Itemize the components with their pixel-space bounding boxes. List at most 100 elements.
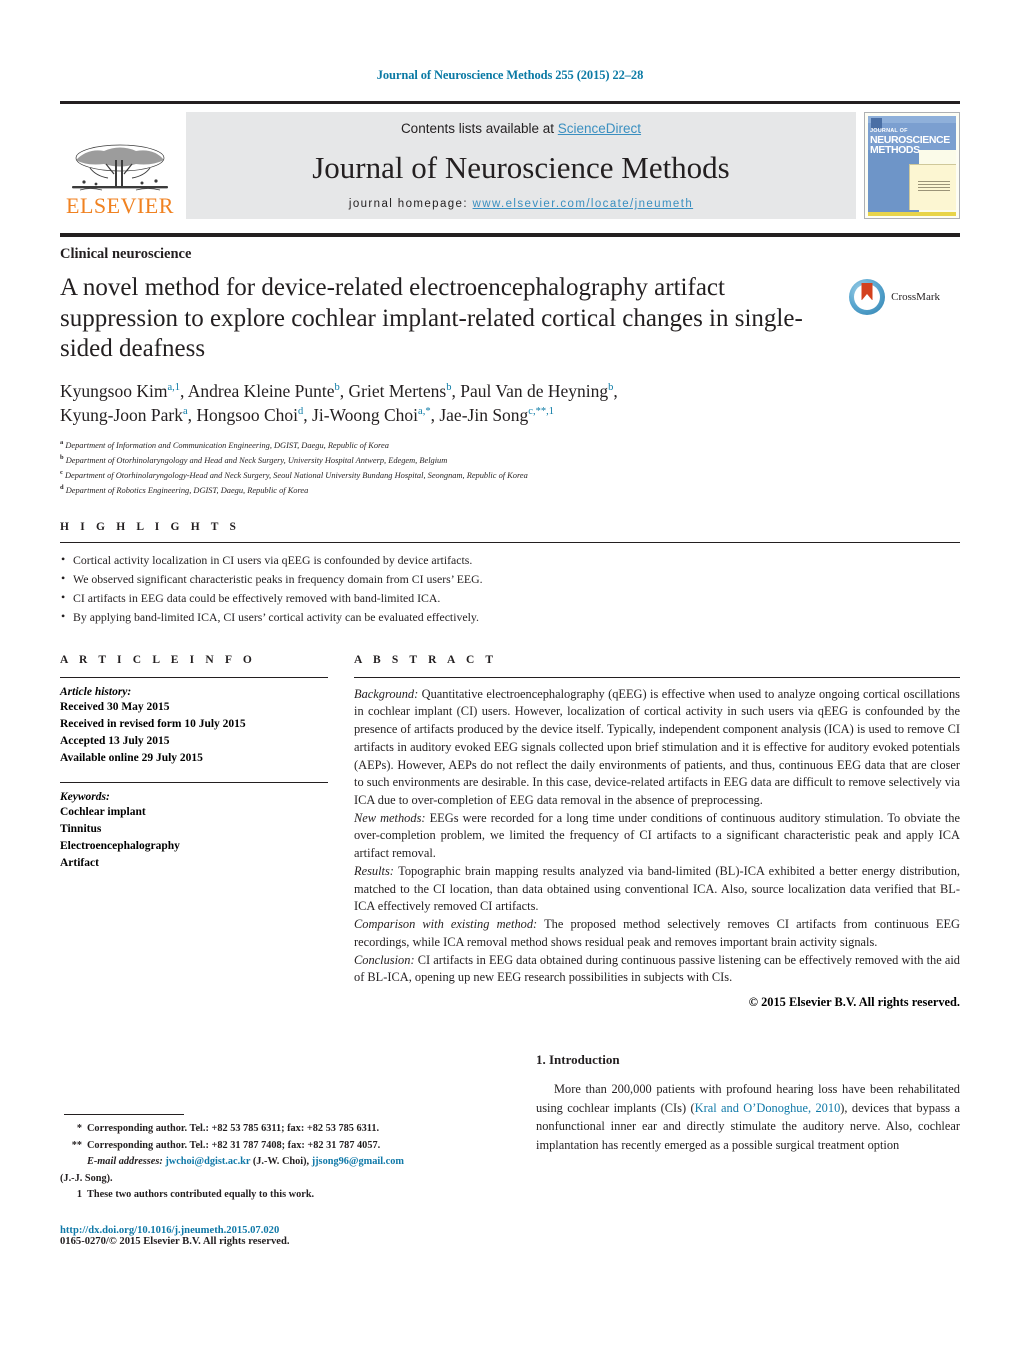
elsevier-logo: ELSEVIER — [60, 112, 180, 219]
affiliation-mark-a: a — [60, 439, 64, 447]
footnote-corresponding-1: * Corresponding author. Tel.: +82 53 785 … — [60, 1121, 510, 1136]
keywords-divider — [60, 781, 328, 783]
abstract-column: A B S T R A C T Background: Quantitative… — [354, 654, 960, 1023]
doi-block: http://dx.doi.org/10.1016/j.jneumeth.201… — [60, 1225, 510, 1247]
article-page: Journal of Neuroscience Methods 255 (201… — [0, 0, 1020, 1351]
highlight-item: We observed significant characteristic p… — [60, 569, 960, 589]
affiliation-mark-d: d — [60, 484, 64, 492]
email-link-2[interactable]: jjsong96@gmail.com — [312, 1156, 404, 1167]
abstract-label-results: Results: — [354, 863, 394, 878]
footnotes-block: * Corresponding author. Tel.: +82 53 785 … — [60, 1121, 510, 1202]
highlights-section: H I G H L I G H T S Cortical activity lo… — [60, 521, 960, 627]
abstract-text-results: Topographic brain mapping results analyz… — [354, 863, 960, 914]
page-title: A novel method for device-related electr… — [60, 274, 803, 362]
footnote-mark-equal: 1 — [76, 1189, 82, 1201]
article-info-column: A R T I C L E I N F O Article history: R… — [60, 654, 328, 1023]
footnote-email-attrib-2: (J.-J. Song). — [60, 1172, 113, 1184]
footnote-text-2: Corresponding author. Tel.: +82 31 787 7… — [87, 1139, 381, 1151]
contents-prefix: Contents lists available at — [400, 121, 558, 136]
journal-masthead: ELSEVIER Contents lists available at Sci… — [60, 101, 960, 219]
article-history-item: Accepted 13 July 2015 — [60, 735, 170, 748]
crossmark-icon-notch — [862, 294, 873, 300]
cover-bottom-band — [868, 212, 956, 216]
abstract-paragraph-background: Background: Quantitative electroencephal… — [354, 686, 960, 810]
footnote-mark-1: * — [76, 1123, 82, 1135]
keyword-item: Cochlear implant — [60, 805, 146, 818]
affiliations-list: a Department of Information and Communic… — [60, 438, 960, 497]
article-history-item: Received in revised form 10 July 2015 — [60, 717, 246, 730]
masthead-center-panel: Contents lists available at ScienceDirec… — [186, 112, 856, 219]
highlights-list: Cortical activity localization in CI use… — [60, 550, 960, 627]
journal-homepage-link[interactable]: www.elsevier.com/locate/jneumeth — [473, 198, 694, 210]
introduction-column: 1. Introduction More than 200,000 patien… — [536, 1052, 960, 1246]
journal-title: Journal of Neuroscience Methods — [312, 149, 730, 185]
affiliation-mark-c: c — [60, 469, 63, 477]
abstract-label-background: Background: — [354, 686, 419, 701]
title-block: A novel method for device-related electr… — [60, 273, 960, 365]
email-addresses-label: E-mail addresses: — [87, 1156, 163, 1168]
cover-inset-panel — [909, 163, 956, 210]
cover-inset-lines — [918, 180, 950, 193]
email-attrib-1: (J.-W. Choi), — [252, 1156, 310, 1168]
affiliation-b: b Department of Otorhinolaryngology and … — [60, 453, 960, 467]
abstract-paragraph-results: Results: Topographic brain mapping resul… — [354, 863, 960, 916]
abstract-label-comparison: Comparison with existing method: — [354, 917, 538, 932]
affiliation-text-c: Department of Otorhinolaryngology-Head a… — [64, 470, 528, 480]
doi-link[interactable]: http://dx.doi.org/10.1016/j.jneumeth.201… — [60, 1225, 510, 1236]
article-history-item: Available online 29 July 2015 — [60, 752, 203, 765]
citation-link-kral[interactable]: Kral and O’Donoghue, 2010 — [695, 1101, 841, 1115]
sciencedirect-link[interactable]: ScienceDirect — [558, 121, 641, 136]
affiliation-text-b: Department of Otorhinolaryngology and He… — [65, 455, 448, 465]
footnote-mark-2: ** — [71, 1139, 82, 1151]
article-info-heading: A R T I C L E I N F O — [60, 653, 256, 666]
keywords-title: Keywords: — [60, 790, 110, 803]
abstract-text-newmethods: EEGs were recorded for a long time under… — [354, 810, 960, 861]
crossmark-badge[interactable]: CrossMark — [820, 273, 940, 315]
footnote-text-equal: These two authors contributed equally to… — [87, 1189, 315, 1201]
abstract-paragraph-conclusion: Conclusion: CI artifacts in EEG data obt… — [354, 952, 960, 987]
footnote-divider — [64, 1114, 184, 1116]
introduction-paragraph: More than 200,000 patients with profound… — [536, 1080, 960, 1153]
footnote-text-1: Corresponding author. Tel.: +82 53 785 6… — [87, 1123, 380, 1135]
keyword-item: Artifact — [60, 857, 99, 870]
footnote-emails: E-mail addresses: jwchoi@dgist.ac.kr (J.… — [60, 1154, 510, 1169]
article-section-label: Clinical neuroscience — [60, 246, 192, 262]
author-list: Kyungsoo Kima,1, Andrea Kleine Punteb, G… — [60, 379, 960, 429]
affiliation-mark-b: b — [60, 454, 64, 462]
article-history-item: Received 30 May 2015 — [60, 700, 170, 713]
bottom-row: * Corresponding author. Tel.: +82 53 785 … — [60, 1052, 960, 1246]
elsevier-tree-icon — [72, 144, 168, 191]
author-line-1: Kyungsoo Kima,1, Andrea Kleine Punteb, G… — [60, 380, 618, 401]
introduction-heading: 1. Introduction — [536, 1052, 620, 1068]
abstract-text-conclusion: CI artifacts in EEG data obtained during… — [354, 952, 960, 985]
affiliation-text-d: Department of Robotics Engineering, DGIS… — [65, 485, 309, 495]
footnote-equal-contribution: 1 These two authors contributed equally t… — [60, 1187, 510, 1202]
journal-cover-thumbnail: JOURNAL OF NEUROSCIENCE METHODS — [864, 112, 960, 219]
footnotes-column: * Corresponding author. Tel.: +82 53 785 … — [60, 1052, 510, 1247]
affiliation-d: d Department of Robotics Engineering, DG… — [60, 483, 960, 497]
highlight-item: By applying band-limited ICA, CI users’ … — [60, 607, 960, 627]
abstract-divider — [354, 676, 960, 678]
keyword-item: Electroencephalography — [60, 840, 180, 853]
highlights-divider — [60, 542, 960, 544]
article-info-divider — [60, 676, 328, 678]
email-link-1[interactable]: jwchoi@dgist.ac.kr — [165, 1156, 250, 1167]
abstract-copyright: © 2015 Elsevier B.V. All rights reserved… — [748, 995, 960, 1010]
issn-copyright: 0165-0270/© 2015 Elsevier B.V. All right… — [60, 1235, 290, 1247]
affiliation-text-a: Department of Information and Communicat… — [65, 440, 389, 450]
homepage-prefix: journal homepage: — [348, 198, 473, 210]
abstract-paragraph-newmethods: New methods: EEGs were recorded for a lo… — [354, 810, 960, 863]
abstract-paragraph-comparison: Comparison with existing method: The pro… — [354, 916, 960, 951]
highlights-heading: H I G H L I G H T S — [60, 521, 241, 534]
highlight-item: Cortical activity localization in CI use… — [60, 550, 960, 570]
masthead-bottom-rule — [60, 233, 960, 237]
running-head: Journal of Neuroscience Methods 255 (201… — [376, 68, 644, 82]
footnote-corresponding-2: ** Corresponding author. Tel.: +82 31 787… — [60, 1138, 510, 1153]
info-abstract-row: A R T I C L E I N F O Article history: R… — [60, 654, 960, 1023]
highlight-item: CI artifacts in EEG data could be effect… — [60, 588, 960, 608]
author-line-2: Kyung-Joon Parka, Hongsoo Choid, Ji-Woon… — [60, 405, 554, 426]
cover-title-line3: METHODS — [870, 144, 920, 156]
abstract-text-background: Quantitative electroencephalography (qEE… — [354, 686, 960, 807]
crossmark-label: CrossMark — [891, 291, 940, 303]
affiliation-c: c Department of Otorhinolaryngology-Head… — [60, 468, 960, 482]
